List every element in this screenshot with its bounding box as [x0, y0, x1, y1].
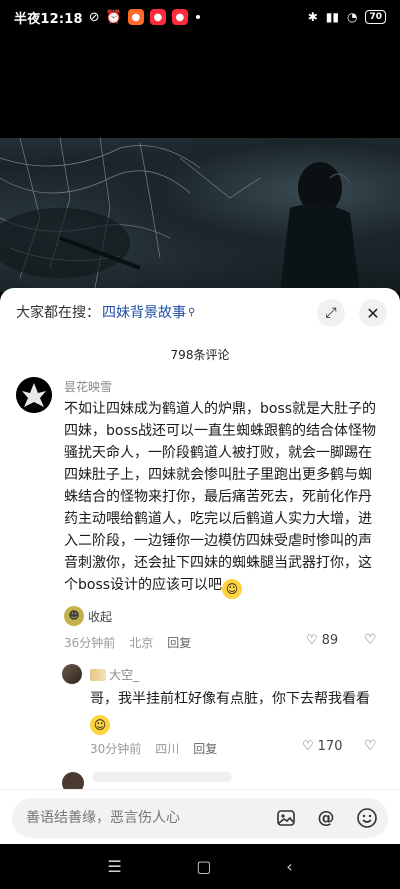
mute-icon: ⊘	[88, 9, 100, 25]
reply-meta: 30分钟前 四川 回复	[90, 740, 217, 757]
user-badge-icon	[90, 668, 106, 681]
like-count: 170	[317, 739, 343, 754]
trending-search-link[interactable]: 四妹背景故事	[102, 302, 186, 322]
more-notifications-icon	[195, 15, 200, 19]
status-time: 半夜12:18	[14, 11, 83, 27]
laugh-emoji-icon: ☺	[90, 715, 110, 735]
expand-icon[interactable]: ⤢	[317, 299, 345, 327]
sticker-icon: ☻	[64, 606, 84, 626]
comment-count: 798条评论	[170, 348, 230, 362]
reply-location: 四川	[155, 742, 180, 756]
back-icon[interactable]: ‹	[286, 857, 292, 876]
trending-search-prefix: 大家都在搜：	[16, 305, 100, 321]
comment-meta: 36分钟前 北京 回复	[64, 634, 191, 651]
image-icon[interactable]	[274, 806, 298, 830]
search-icon: ⚲	[188, 306, 196, 318]
battery-icon: 70	[365, 10, 386, 24]
comment-input[interactable]	[26, 798, 246, 838]
emoji-icon: ☺	[222, 579, 243, 599]
like-button[interactable]: ♡ 89	[306, 633, 338, 648]
home-icon[interactable]: ▢	[196, 857, 211, 876]
video-frame	[0, 138, 400, 292]
like-count: 89	[321, 633, 339, 648]
reply-button[interactable]: 回复	[193, 740, 217, 757]
avatar[interactable]	[16, 377, 52, 413]
signal-icon: ▮▮	[325, 10, 339, 24]
wifi-icon: ◔	[346, 10, 358, 24]
app-notification-icon-3: ●	[171, 9, 188, 25]
system-nav-bar: ☰ ▢ ‹	[0, 844, 400, 889]
video-player[interactable]	[0, 34, 400, 292]
image-icon-shape	[277, 810, 295, 826]
reply-username[interactable]: 大空_	[90, 666, 139, 683]
comments-sheet: 大家都在搜： 四妹背景故事 ⚲ ⤢ ✕ 798条评论 昙花映雪 不如让四妹成为鹤…	[0, 288, 400, 844]
app-notification-icon: ●	[127, 9, 144, 25]
mention-icon[interactable]: @	[314, 806, 338, 830]
dislike-icon[interactable]: ♡	[364, 632, 377, 648]
emoji-picker-shape	[357, 808, 377, 828]
reply-avatar[interactable]	[62, 664, 82, 684]
reply-text: 哥，我半挂前杠好像有点脏，你下去帮我看看☺	[90, 688, 380, 735]
trending-search[interactable]: 大家都在搜： 四妹背景故事 ⚲	[16, 302, 195, 322]
heart-icon: ♡	[302, 739, 314, 754]
next-comment-preview	[92, 772, 232, 782]
like-button[interactable]: ♡ 170	[302, 739, 342, 754]
menu-icon[interactable]: ☰	[107, 857, 121, 876]
avatar-image	[16, 377, 52, 413]
comment-username[interactable]: 昙花映雪	[64, 378, 112, 395]
close-icon[interactable]: ✕	[359, 299, 387, 327]
heart-icon: ♡	[306, 633, 318, 648]
app-notification-icon-2: ●	[149, 9, 166, 25]
collapse-label: 收起	[88, 609, 113, 624]
status-bar: 半夜12:18 ⊘ ⏰ ● ● ● ✱ ▮▮ ◔ 70	[0, 0, 400, 34]
bluetooth-icon: ✱	[307, 10, 318, 24]
reply-time: 30分钟前	[90, 742, 142, 756]
reply-button[interactable]: 回复	[167, 634, 191, 651]
dislike-icon[interactable]: ♡	[364, 738, 377, 754]
comment-text: 不如让四妹成为鹤道人的炉鼎，boss就是大肚子的四妹，boss战还可以一直生蜘蛛…	[64, 398, 384, 599]
emoji-picker-icon[interactable]	[355, 806, 379, 830]
comment-input-bar: @	[0, 789, 400, 844]
video-scene-image	[0, 138, 360, 292]
comment-location: 北京	[129, 636, 154, 650]
comment-time: 36分钟前	[64, 636, 116, 650]
collapse-button[interactable]: ☻ 收起	[64, 606, 112, 626]
alarm-icon: ⏰	[105, 9, 122, 25]
comment-input-container[interactable]: @	[12, 798, 388, 838]
